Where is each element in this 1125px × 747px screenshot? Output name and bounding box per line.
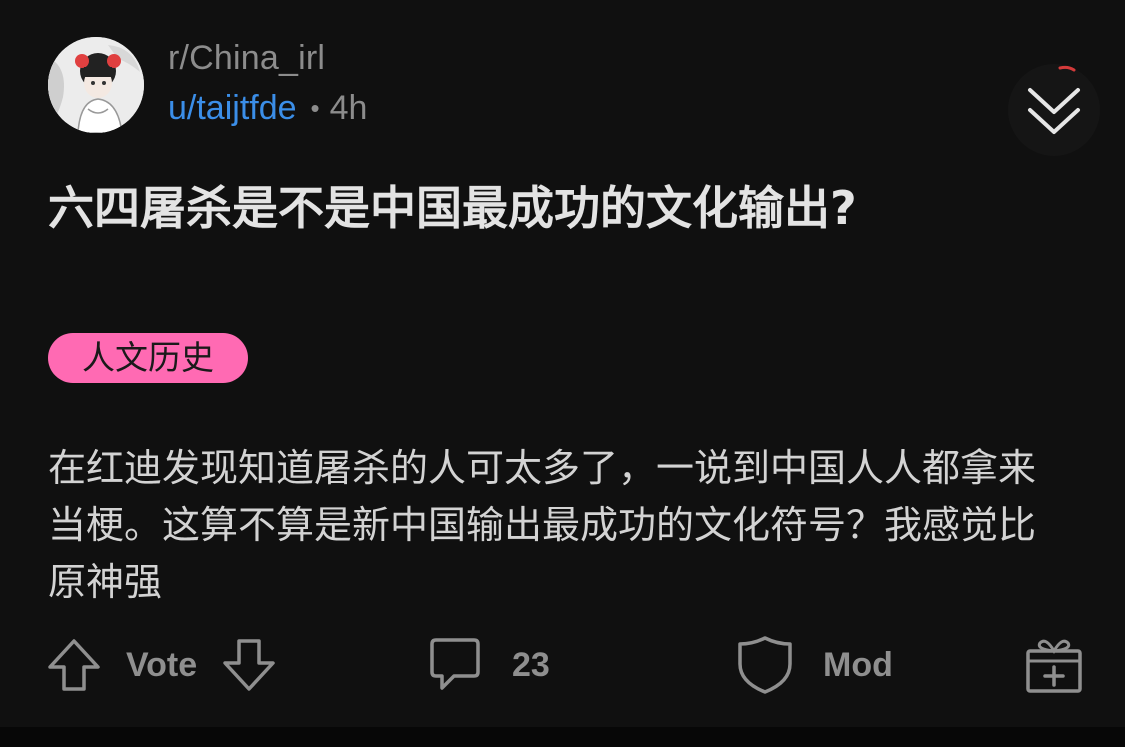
downvote-button[interactable] [221, 637, 277, 693]
shield-icon [738, 636, 792, 694]
mod-tools: Mod [735, 630, 893, 700]
vote-bar: Vote [46, 630, 277, 700]
vote-label: Vote [126, 645, 198, 684]
post-flair[interactable]: 人文历史 [48, 333, 248, 383]
subreddit-name[interactable]: r/China_irl [168, 39, 325, 78]
post-card: r/China_irl u/taijtfde • 4h 六四屠杀是不是中国最成功… [0, 0, 1125, 727]
comment-bubble-icon [430, 638, 480, 690]
gift-icon [1026, 639, 1082, 693]
award-button[interactable] [1024, 630, 1084, 700]
post-title[interactable]: 六四屠杀是不是中国最成功的文化输出? [48, 178, 1008, 238]
post-age: 4h [329, 88, 368, 127]
comments-button[interactable]: 23 [426, 630, 550, 700]
post-body: 在红迪发现知道屠杀的人可太多了，一说到中国人人都拿来当梗。这算不算是新中国输出最… [48, 446, 1037, 604]
post-meta: u/taijtfde • 4h [168, 86, 367, 130]
collapse-button[interactable] [1008, 64, 1100, 156]
meta-separator: • [310, 92, 320, 123]
avatar[interactable] [48, 37, 144, 133]
arrow-up-icon [48, 639, 100, 691]
double-chevron-down-icon [1028, 65, 1080, 134]
upvote-button[interactable] [46, 637, 102, 693]
avatar-illustration [48, 37, 144, 133]
comment-count: 23 [512, 645, 550, 684]
arrow-down-icon [223, 639, 275, 691]
comment-icon-wrap [426, 636, 484, 694]
mod-label[interactable]: Mod [823, 646, 893, 685]
author-username[interactable]: u/taijtfde [168, 89, 297, 128]
mod-button[interactable] [735, 634, 795, 696]
bottom-edge [0, 727, 1125, 747]
